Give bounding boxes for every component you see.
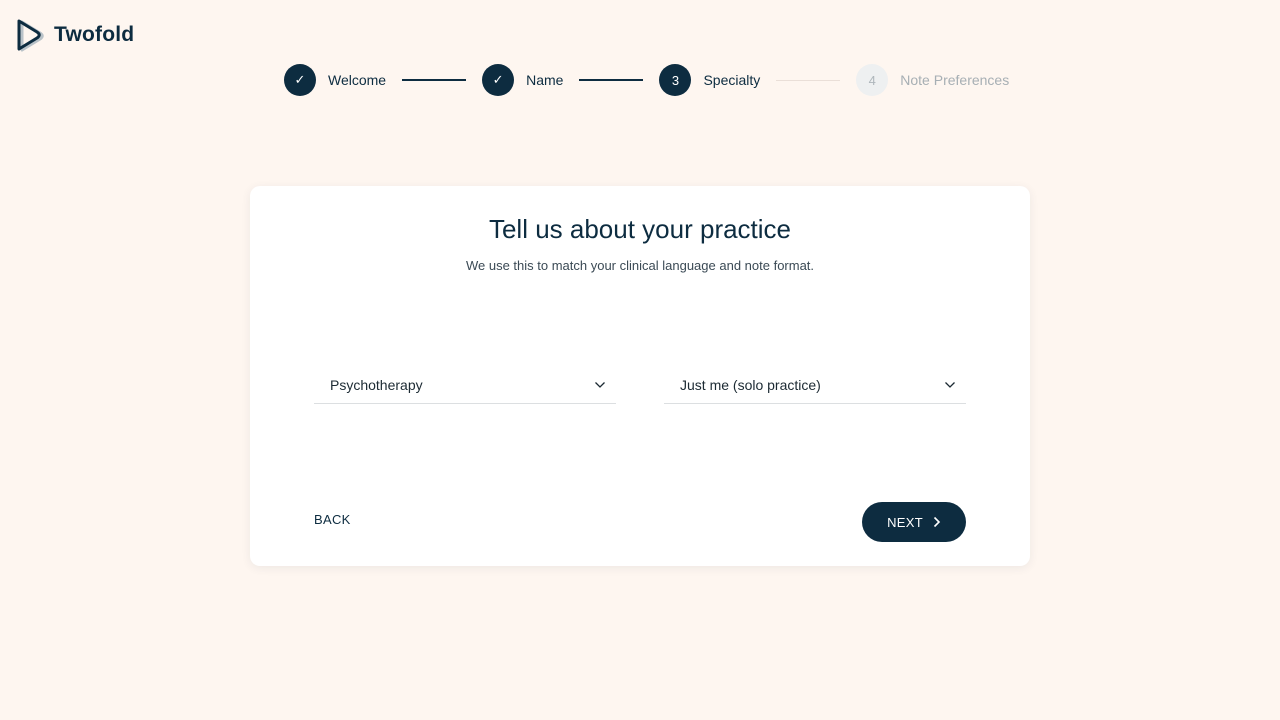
step-connector bbox=[579, 79, 644, 81]
practice-size-select-value: Just me (solo practice) bbox=[680, 376, 821, 393]
step-note-preferences: 4 Note Preferences bbox=[856, 64, 1009, 96]
step-note-preferences-number: 4 bbox=[856, 64, 889, 96]
step-name-label: Name bbox=[526, 72, 564, 88]
brand-name: Twofold bbox=[54, 23, 135, 46]
chevron-down-icon bbox=[595, 381, 605, 388]
step-connector bbox=[402, 79, 467, 81]
step-welcome-label: Welcome bbox=[328, 72, 387, 88]
twofold-logo-icon bbox=[17, 19, 44, 52]
step-specialty-label: Specialty bbox=[703, 72, 761, 88]
step-connector bbox=[776, 79, 841, 81]
brand-logo: Twofold bbox=[16, 18, 134, 52]
step-name: ✓ Name bbox=[482, 64, 563, 96]
chevron-right-icon bbox=[933, 516, 941, 528]
page-subtitle: We use this to match your clinical langu… bbox=[465, 258, 815, 273]
practice-card: Tell us about your practice We use this … bbox=[250, 186, 1030, 566]
next-button[interactable]: NEXT bbox=[862, 502, 966, 542]
next-button-label: NEXT bbox=[887, 514, 923, 530]
step-specialty-number: 3 bbox=[659, 64, 692, 96]
step-note-preferences-label: Note Preferences bbox=[900, 72, 1010, 88]
practice-size-select[interactable]: Just me (solo practice) bbox=[664, 366, 966, 404]
step-welcome-check-icon: ✓ bbox=[284, 64, 316, 96]
step-specialty: 3 Specialty bbox=[659, 64, 760, 96]
page-title: Tell us about your practice bbox=[488, 214, 792, 244]
step-welcome: ✓ Welcome bbox=[284, 64, 386, 96]
specialty-select-value: Psychotherapy bbox=[330, 376, 423, 393]
chevron-down-icon bbox=[945, 381, 955, 388]
step-name-check-icon: ✓ bbox=[482, 64, 515, 96]
specialty-select[interactable]: Psychotherapy bbox=[314, 366, 616, 404]
onboarding-stepper: ✓ Welcome ✓ Name 3 Specialty 4 Note Pref… bbox=[284, 64, 1009, 96]
back-button[interactable]: BACK bbox=[314, 512, 351, 527]
